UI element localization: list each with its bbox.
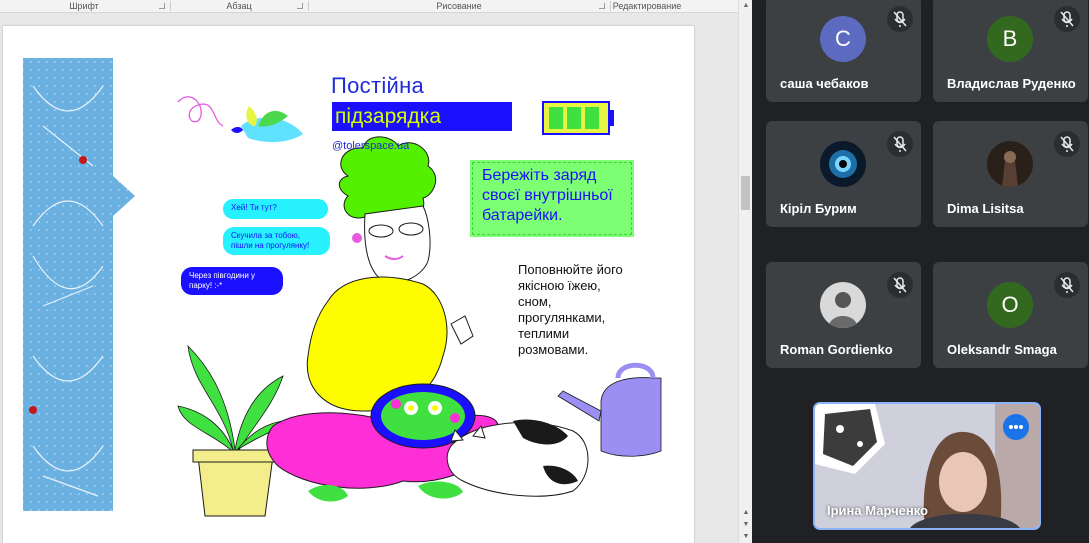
participant-tile[interactable]: С саша чебаков [766, 0, 921, 102]
participant-name: Владислав Руденко [947, 76, 1076, 91]
participant-name: Roman Gordienko [780, 342, 893, 357]
mic-off-icon [1054, 6, 1080, 32]
poster-title-line2: підзарядка [332, 102, 512, 131]
poster-handle: @tolerspace.ua [332, 140, 410, 152]
participant-tile[interactable]: O Oleksandr Smaga [933, 262, 1088, 368]
poster-paragraph: Поповнюйте його якісною їжею, сном, прог… [518, 262, 623, 357]
self-view-tile[interactable]: Ірина Марченко [813, 402, 1041, 530]
next-page-icon[interactable]: ▼ [741, 520, 751, 529]
chat-bubble: Через півгодини у парку! :-* [181, 267, 283, 295]
chat-bubble: Хей! Ти тут? [223, 199, 328, 219]
ribbon-group-drawing: Рисование [310, 0, 608, 12]
mic-off-icon [887, 272, 913, 298]
participant-tile[interactable]: В Владислав Руденко [933, 0, 1088, 102]
ribbon-group-label: Шрифт [69, 1, 99, 11]
drawing-dialog-launcher-icon[interactable] [599, 3, 605, 9]
chat-bubble: Скучила за тобою, пішли на прогулянку! [223, 227, 330, 255]
participant-photo [987, 141, 1033, 187]
participant-tile[interactable]: Dima Lisitsa [933, 121, 1088, 227]
document-page[interactable]: Постійна підзарядка @tolerspace.ua Береж… [3, 26, 694, 543]
ribbon-group-label: Редактирование [612, 1, 682, 11]
ribbon-divider [170, 1, 171, 11]
ribbon-divider [308, 1, 309, 11]
self-name: Ірина Марченко [827, 503, 928, 518]
vertical-scrollbar[interactable]: ▲ ▲ ▼ ▼ [738, 0, 752, 543]
scroll-up-icon[interactable]: ▲ [739, 0, 752, 12]
scroll-thumb[interactable] [741, 176, 750, 210]
mic-off-icon [1054, 131, 1080, 157]
participant-name: Oleksandr Smaga [947, 342, 1057, 357]
scroll-down-icon[interactable]: ▼ [741, 532, 751, 541]
ribbon-group-label: Рисование [436, 1, 482, 11]
poster-title-line1: Постійна [331, 73, 425, 98]
mic-off-icon [1054, 272, 1080, 298]
ribbon-group-labels: Шрифт Абзац Рисование Редактирование [0, 0, 738, 13]
more-options-icon[interactable] [1003, 414, 1029, 440]
participant-photo [820, 141, 866, 187]
avatar: С [820, 16, 866, 62]
previous-page-icon[interactable]: ▲ [741, 508, 751, 517]
participant-name: Кірiл Бурим [780, 201, 857, 216]
avatar: O [987, 282, 1033, 328]
ribbon-group-paragraph: Абзац [172, 0, 306, 12]
participant-name: саша чебаков [780, 76, 869, 91]
participant-photo [820, 282, 866, 328]
mic-off-icon [887, 6, 913, 32]
mic-off-icon [887, 131, 913, 157]
ribbon-group-editing: Редактирование [612, 0, 682, 12]
avatar: В [987, 16, 1033, 62]
paragraph-dialog-launcher-icon[interactable] [297, 3, 303, 9]
poster-note: Бережіть заряд своєї внутрішньої батарей… [470, 160, 634, 237]
participant-name: Dima Lisitsa [947, 201, 1024, 216]
ribbon-group-font: Шрифт [0, 0, 168, 12]
document-editor: Шрифт Абзац Рисование Редактирование Пос… [0, 0, 752, 543]
participant-tile[interactable]: Roman Gordienko [766, 262, 921, 368]
participant-tile[interactable]: Кірiл Бурим [766, 121, 921, 227]
ribbon-group-label: Абзац [226, 1, 252, 11]
font-dialog-launcher-icon[interactable] [159, 3, 165, 9]
ribbon-divider [610, 1, 611, 11]
